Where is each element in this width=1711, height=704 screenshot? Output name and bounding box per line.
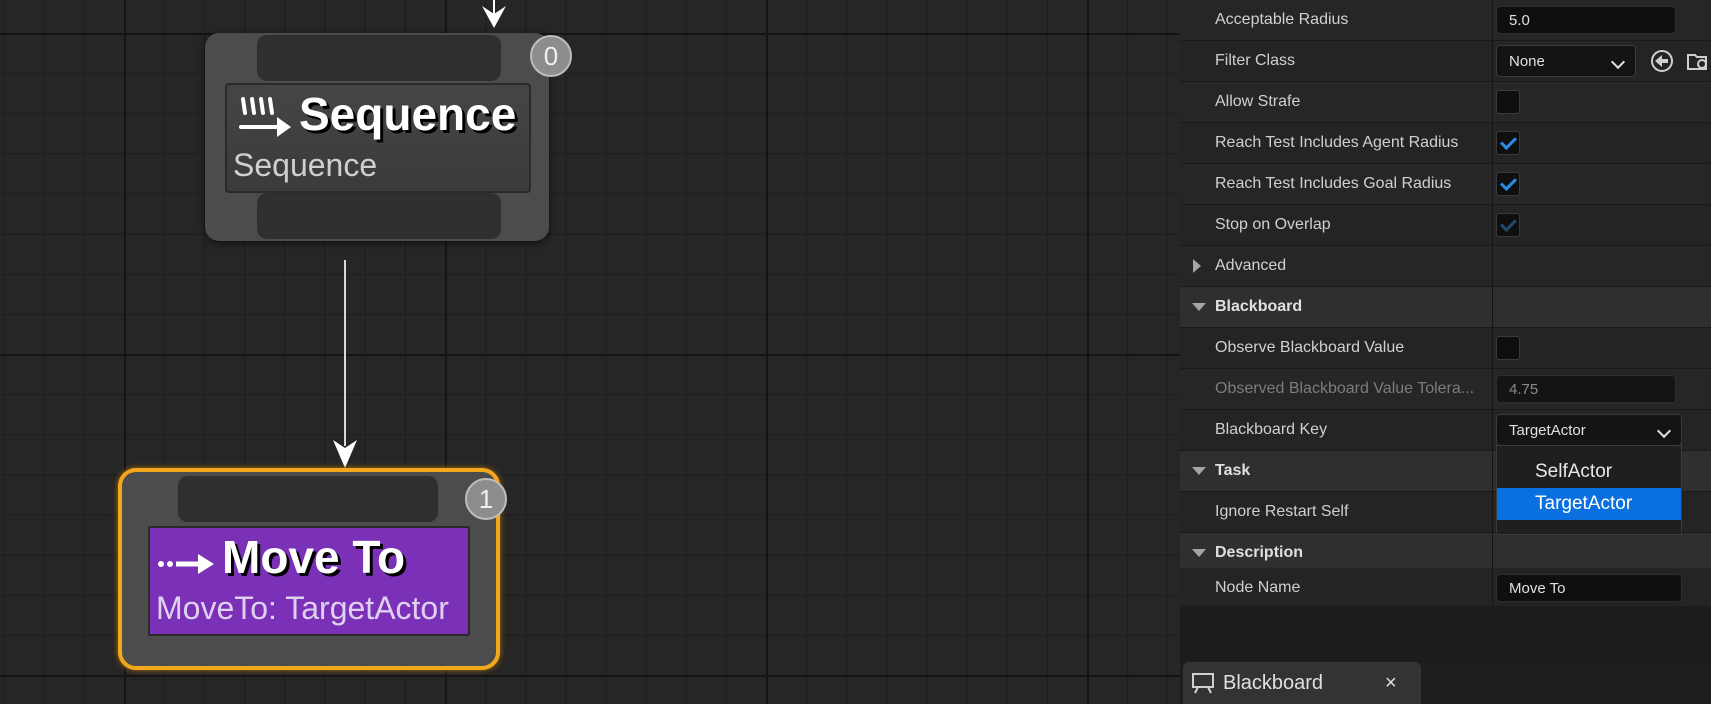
reach-goal-radius-checkbox[interactable] xyxy=(1496,172,1520,196)
dropdown-option-targetactor[interactable]: TargetActor xyxy=(1497,488,1681,520)
row-observed-tolerance: Observed Blackboard Value Tolera... 4.75 xyxy=(1180,369,1711,410)
filter-class-value: None xyxy=(1509,53,1545,70)
sequence-execution-index-badge: 0 xyxy=(530,35,572,77)
stop-on-overlap-checkbox[interactable] xyxy=(1496,213,1520,237)
move-to-node[interactable]: Move To MoveTo: TargetActor xyxy=(118,468,500,670)
move-to-node-subtitle: MoveTo: TargetActor xyxy=(156,590,449,626)
checkmark-icon xyxy=(1500,133,1517,150)
sequence-node[interactable]: Sequence Sequence xyxy=(205,33,549,241)
input-pin[interactable] xyxy=(178,476,438,522)
filter-class-combo[interactable]: None xyxy=(1496,45,1636,77)
row-advanced[interactable]: Advanced xyxy=(1180,246,1711,287)
close-icon[interactable]: × xyxy=(1385,662,1397,704)
reach-agent-radius-checkbox[interactable] xyxy=(1496,131,1520,155)
row-allow-strafe: Allow Strafe xyxy=(1180,82,1711,123)
observed-tolerance-input[interactable]: 4.75 xyxy=(1496,375,1676,403)
row-reach-goal-radius: Reach Test Includes Goal Radius xyxy=(1180,164,1711,205)
details-panel: Acceptable Radius 5.0 Filter Class None … xyxy=(1180,0,1711,704)
node-name-label: Node Name xyxy=(1215,579,1301,596)
dropdown-option-selfactor[interactable]: SelfActor xyxy=(1497,456,1681,488)
blackboard-key-value: TargetActor xyxy=(1509,422,1586,439)
collapse-arrow-icon[interactable] xyxy=(1192,303,1206,311)
use-selected-icon[interactable] xyxy=(1650,49,1674,73)
input-pin[interactable] xyxy=(257,35,501,81)
allow-strafe-label: Allow Strafe xyxy=(1215,93,1301,110)
move-to-icon xyxy=(158,554,214,574)
sequence-node-subtitle: Sequence xyxy=(233,147,378,183)
advanced-label: Advanced xyxy=(1215,257,1287,274)
blackboard-key-label: Blackboard Key xyxy=(1215,421,1328,438)
chevron-down-icon xyxy=(1656,423,1672,439)
chevron-down-icon xyxy=(1610,54,1626,70)
collapse-arrow-icon[interactable] xyxy=(1192,549,1206,557)
section-blackboard[interactable]: Blackboard xyxy=(1180,287,1711,328)
move-to-node-title: Move To xyxy=(222,531,406,583)
sequence-icon xyxy=(239,97,291,137)
behavior-tree-graph[interactable]: Sequence Sequence 0 Move To MoveTo: Targ… xyxy=(0,0,1180,704)
sequence-node-body: Sequence Sequence xyxy=(225,83,531,193)
row-stop-on-overlap: Stop on Overlap xyxy=(1180,205,1711,246)
blackboard-key-combo[interactable]: TargetActor xyxy=(1496,414,1682,446)
observe-bb-value-checkbox[interactable] xyxy=(1496,336,1520,360)
stop-on-overlap-label: Stop on Overlap xyxy=(1215,216,1331,233)
node-name-input[interactable]: Move To xyxy=(1496,574,1682,602)
move-to-node-body: Move To MoveTo: TargetActor xyxy=(148,526,470,636)
blackboard-tab[interactable]: Blackboard × xyxy=(1183,662,1421,704)
move-to-execution-index-badge: 1 xyxy=(465,478,507,520)
acceptable-radius-input[interactable]: 5.0 xyxy=(1496,6,1676,34)
blackboard-board-icon xyxy=(1192,673,1214,694)
blackboard-tab-label: Blackboard xyxy=(1223,672,1324,694)
sequence-node-title: Sequence xyxy=(299,88,517,140)
ignore-restart-self-label: Ignore Restart Self xyxy=(1215,503,1349,520)
row-node-name: Node Name Move To xyxy=(1180,568,1711,609)
browse-icon[interactable] xyxy=(1686,49,1710,73)
observe-bb-value-label: Observe Blackboard Value xyxy=(1215,339,1405,356)
panel-empty-area xyxy=(1180,606,1711,662)
description-section-label: Description xyxy=(1215,544,1304,561)
observed-tolerance-label: Observed Blackboard Value Tolera... xyxy=(1215,380,1475,397)
incoming-wire-arrow xyxy=(482,0,506,28)
row-observe-bb-value: Observe Blackboard Value xyxy=(1180,328,1711,369)
row-acceptable-radius: Acceptable Radius 5.0 xyxy=(1180,0,1711,41)
column-separator[interactable] xyxy=(1492,0,1493,606)
connection-wire xyxy=(333,260,357,468)
checkmark-icon xyxy=(1500,174,1517,191)
acceptable-radius-label: Acceptable Radius xyxy=(1215,11,1349,28)
checkmark-icon xyxy=(1500,215,1517,232)
task-section-label: Task xyxy=(1215,462,1251,479)
allow-strafe-checkbox[interactable] xyxy=(1496,90,1520,114)
filter-class-label: Filter Class xyxy=(1215,52,1296,69)
row-filter-class: Filter Class None xyxy=(1180,41,1711,82)
collapse-arrow-icon[interactable] xyxy=(1192,467,1206,475)
reach-agent-radius-label: Reach Test Includes Agent Radius xyxy=(1215,134,1459,151)
blackboard-section-label: Blackboard xyxy=(1215,298,1303,315)
expand-arrow-icon[interactable] xyxy=(1193,259,1201,273)
reach-goal-radius-label: Reach Test Includes Goal Radius xyxy=(1215,175,1452,192)
row-reach-agent-radius: Reach Test Includes Agent Radius xyxy=(1180,123,1711,164)
blackboard-key-dropdown: SelfActor TargetActor xyxy=(1496,445,1682,535)
output-pin[interactable] xyxy=(257,193,501,239)
